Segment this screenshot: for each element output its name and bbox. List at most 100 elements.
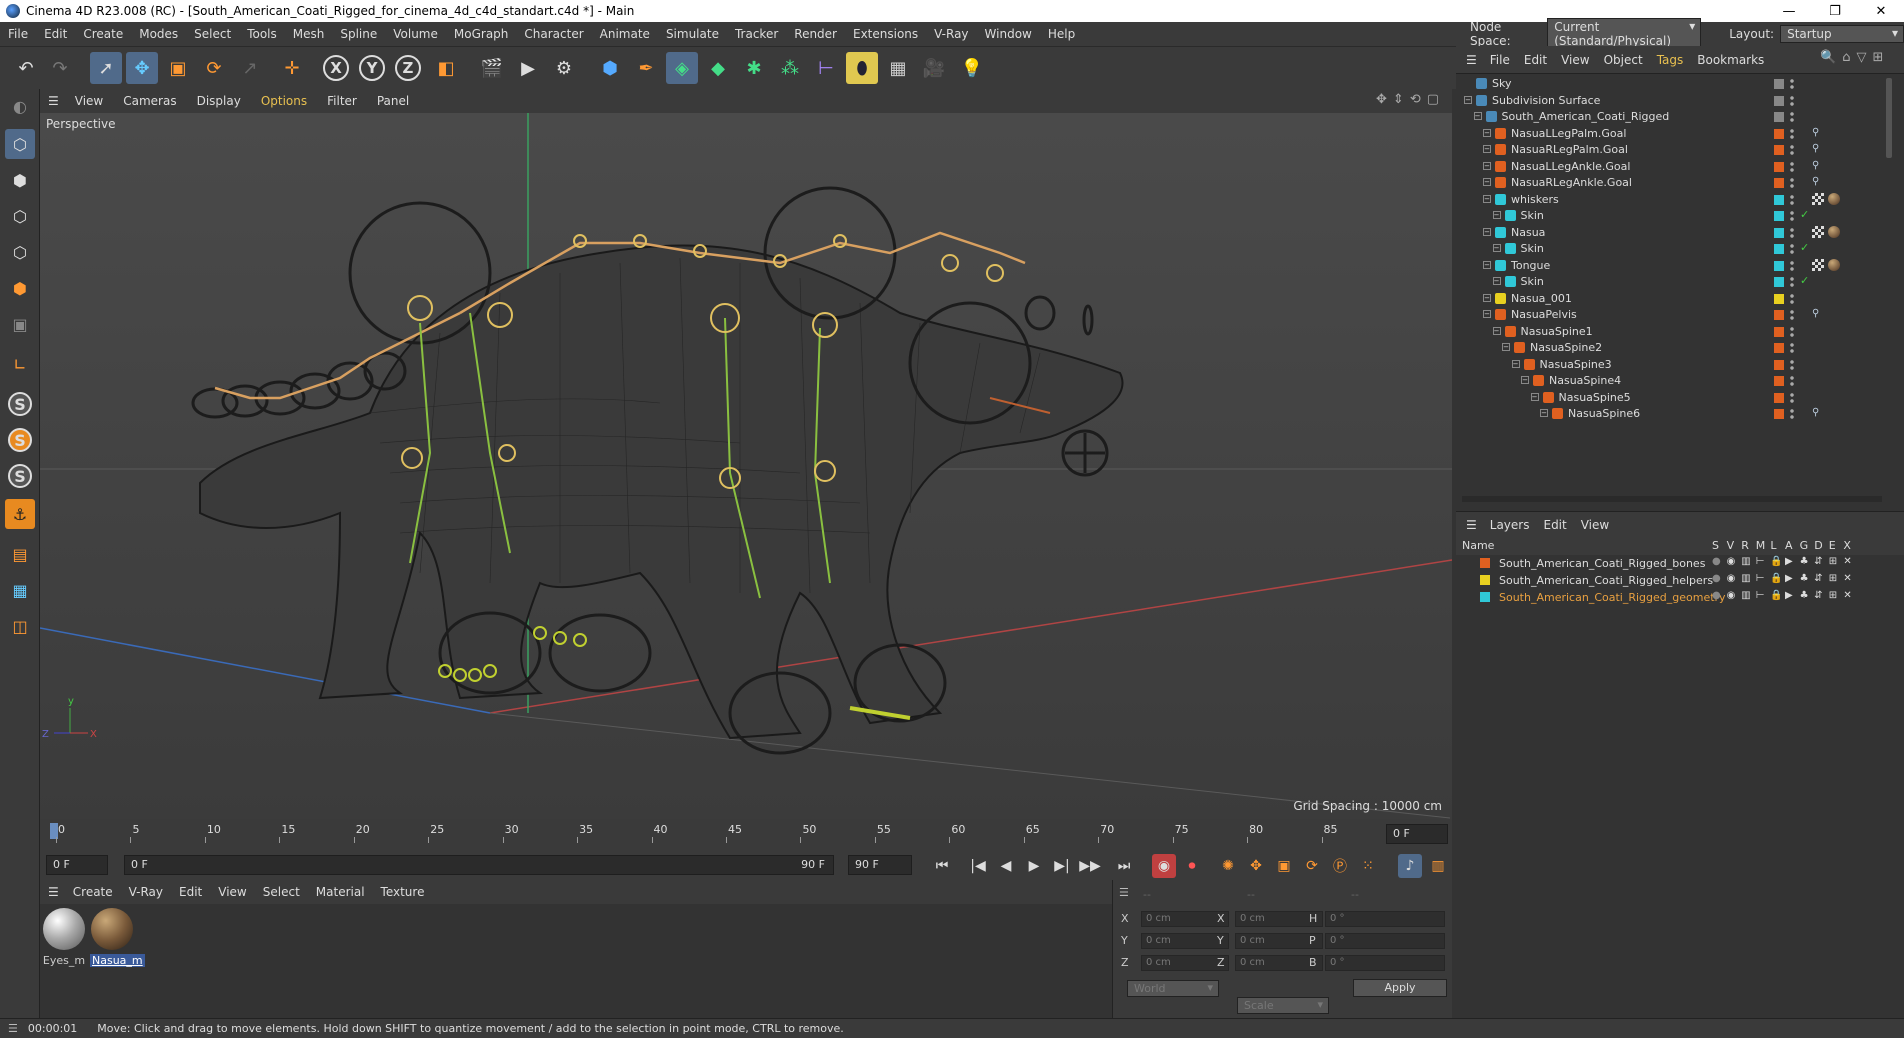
generator-icon[interactable]: ♣: [1800, 556, 1809, 567]
orbit-icon[interactable]: ⟲: [1410, 92, 1421, 110]
expand-icon[interactable]: −: [1492, 277, 1501, 285]
visibility-dots-icon[interactable]: [1790, 127, 1794, 140]
coord-value-field[interactable]: 0 cm: [1141, 955, 1229, 971]
layer-color-swatch[interactable]: [1774, 178, 1784, 188]
menu-tools[interactable]: Tools: [239, 27, 285, 41]
layer-col-header[interactable]: R: [1741, 539, 1749, 552]
ik-tag-icon[interactable]: ⚲: [1812, 308, 1824, 320]
3d-viewport[interactable]: Perspective y X Z Grid Spacing: 10000 c…: [40, 113, 1452, 819]
menu-select[interactable]: Select: [186, 27, 239, 41]
visibility-dots-icon[interactable]: [1790, 94, 1794, 107]
render-settings-icon[interactable]: ⚙: [548, 52, 580, 84]
expression-icon[interactable]: ⊞: [1829, 556, 1837, 567]
lock-icon[interactable]: 🔒: [1770, 573, 1782, 584]
object-menu-bookmarks[interactable]: Bookmarks: [1690, 53, 1771, 67]
menu-edit[interactable]: Edit: [36, 27, 75, 41]
visibility-dots-icon[interactable]: [1790, 375, 1794, 387]
render-icon[interactable]: ▥: [1741, 573, 1750, 584]
camera-icon[interactable]: 🎥: [918, 52, 950, 84]
edges-mode-icon[interactable]: ⬡: [5, 237, 35, 267]
menu-mesh[interactable]: Mesh: [285, 27, 333, 41]
menu-vray[interactable]: V-Ray: [926, 27, 976, 41]
object-row[interactable]: − NasuaSpine6 ⚲: [1456, 404, 1888, 424]
goto-end-icon[interactable]: ⏭: [1112, 854, 1136, 878]
hamburger-icon[interactable]: ☰: [8, 1022, 18, 1035]
layer-color-swatch[interactable]: [1774, 392, 1784, 403]
solo-icon[interactable]: ●: [1712, 573, 1721, 584]
hamburger-icon[interactable]: ☰: [40, 94, 65, 108]
snap-settings-icon[interactable]: S: [5, 425, 35, 455]
coord-value-field[interactable]: 0 cm: [1141, 933, 1229, 949]
material-menu-material[interactable]: Material: [308, 885, 373, 899]
polygons-mode-icon[interactable]: ⬢: [5, 273, 35, 303]
coord-value-field[interactable]: 0 °: [1325, 911, 1445, 927]
object-name[interactable]: Skin: [1521, 242, 1544, 255]
home-icon[interactable]: ⌂: [1842, 50, 1850, 70]
render-icon[interactable]: ▥: [1741, 556, 1750, 567]
layer-color-swatch[interactable]: [1774, 343, 1784, 353]
visibility-dots-icon[interactable]: [1790, 226, 1794, 239]
expand-icon[interactable]: −: [1483, 145, 1491, 153]
prev-frame-icon[interactable]: ◀: [994, 854, 1018, 878]
zoom-icon[interactable]: ⇕: [1393, 92, 1404, 110]
manager-icon[interactable]: ⊢: [1756, 556, 1765, 567]
ik-tag-icon[interactable]: ⚲: [1812, 143, 1824, 155]
keyframe-selection-icon[interactable]: ✺: [1216, 854, 1240, 878]
check-icon[interactable]: ✓: [1800, 274, 1812, 287]
make-editable-icon[interactable]: ◐: [5, 91, 35, 121]
visibility-dots-icon[interactable]: [1790, 177, 1794, 189]
hamburger-icon[interactable]: ☰: [1456, 53, 1483, 67]
menu-animate[interactable]: Animate: [592, 27, 658, 41]
object-name[interactable]: NasuaLLegPalm.Goal: [1511, 127, 1626, 140]
maximize-view-icon[interactable]: ▢: [1427, 92, 1439, 110]
solo-icon[interactable]: ●: [1712, 590, 1721, 601]
object-name[interactable]: NasuaSpine1: [1521, 325, 1593, 338]
material-tag-icon[interactable]: [1828, 258, 1840, 271]
workplane-icon[interactable]: ▤: [5, 539, 35, 569]
layer-color-swatch[interactable]: [1774, 79, 1784, 89]
animation-icon[interactable]: ▶: [1785, 556, 1793, 567]
lock-icon[interactable]: 🔒: [1770, 556, 1782, 567]
menu-window[interactable]: Window: [977, 27, 1040, 41]
layer-color-swatch[interactable]: [1774, 293, 1784, 304]
layer-col-header[interactable]: G: [1800, 539, 1809, 552]
undo-icon[interactable]: ↶: [10, 52, 42, 84]
expand-icon[interactable]: −: [1492, 211, 1501, 219]
expand-icon[interactable]: −: [1483, 128, 1491, 137]
animation-icon[interactable]: ▶: [1785, 590, 1793, 601]
cube-object-icon[interactable]: ⬢: [594, 52, 626, 84]
material-tag-icon[interactable]: [1828, 192, 1840, 205]
expand-icon[interactable]: −: [1473, 112, 1482, 120]
object-name[interactable]: Tongue: [1511, 259, 1550, 272]
layer-color-swatch[interactable]: [1774, 145, 1784, 155]
layer-color-swatch[interactable]: [1774, 376, 1784, 386]
axis-mode-icon[interactable]: ∟: [5, 349, 35, 379]
material-menu-texture[interactable]: Texture: [373, 885, 433, 899]
expand-icon[interactable]: −: [1492, 326, 1501, 335]
move-tool-icon[interactable]: ✥: [126, 52, 158, 84]
pen-spline-icon[interactable]: ✒: [630, 52, 662, 84]
visibility-dots-icon[interactable]: [1790, 160, 1794, 173]
menu-simulate[interactable]: Simulate: [658, 27, 727, 41]
material-tag-icon[interactable]: [1828, 225, 1840, 238]
layer-color-swatch[interactable]: [1774, 260, 1784, 271]
visibility-dots-icon[interactable]: [1790, 193, 1794, 206]
layer-col-header[interactable]: M: [1756, 539, 1766, 552]
layer-menu-layers[interactable]: Layers: [1483, 518, 1537, 532]
expand-icon[interactable]: −: [1464, 95, 1472, 104]
menu-modes[interactable]: Modes: [131, 27, 186, 41]
expression-icon[interactable]: ⊞: [1829, 573, 1837, 584]
end-frame-field[interactable]: 90 F: [848, 855, 912, 875]
manager-icon[interactable]: ⊢: [1756, 573, 1765, 584]
expand-icon[interactable]: −: [1483, 310, 1491, 318]
texture-tag-icon[interactable]: [1812, 258, 1824, 271]
locked-workplane-icon[interactable]: ▦: [5, 575, 35, 605]
viewport-menu-panel[interactable]: Panel: [367, 94, 419, 108]
hamburger-icon[interactable]: ☰: [40, 885, 65, 899]
object-name[interactable]: Nasua_001: [1511, 292, 1572, 305]
layer-col-header[interactable]: X: [1843, 539, 1851, 552]
animation-icon[interactable]: ▶: [1785, 573, 1793, 584]
expression-icon[interactable]: ⊞: [1829, 590, 1837, 601]
scale-tool-icon[interactable]: ▣: [162, 52, 194, 84]
layout-dropdown[interactable]: Startup: [1780, 25, 1904, 43]
